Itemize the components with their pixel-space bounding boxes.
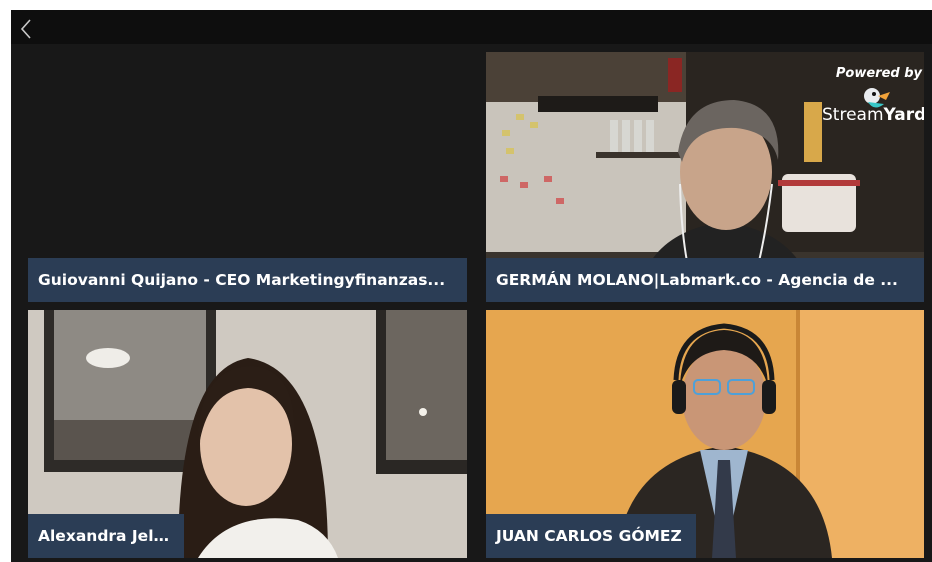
participant-tile-german[interactable]: Powered by StreamYard GERMÁN MOLANO|Labm… <box>486 52 924 302</box>
stream-stage: Guiovanni Quijano - CEO Marketingyfinanz… <box>11 10 932 562</box>
chevron-left-icon[interactable] <box>19 18 41 40</box>
streamyard-duck-logo <box>862 86 892 117</box>
powered-by-label: Powered by <box>835 66 922 81</box>
participant-nameplate: JUAN CARLOS GÓMEZ <box>486 514 696 558</box>
streamyard-logo: Powered by StreamYard <box>822 66 924 125</box>
participant-tile-juan-carlos[interactable]: JUAN CARLOS GÓMEZ <box>486 310 924 558</box>
participant-nameplate: GERMÁN MOLANO|Labmark.co - Agencia de ..… <box>486 258 924 302</box>
participant-nameplate: Alexandra Jelkh <box>28 514 184 558</box>
participant-tile-guiovanni[interactable]: Guiovanni Quijano - CEO Marketingyfinanz… <box>28 52 467 302</box>
participant-tile-alexandra[interactable]: Alexandra Jelkh <box>28 310 467 558</box>
top-bar <box>11 10 932 44</box>
participant-nameplate: Guiovanni Quijano - CEO Marketingyfinanz… <box>28 258 467 302</box>
